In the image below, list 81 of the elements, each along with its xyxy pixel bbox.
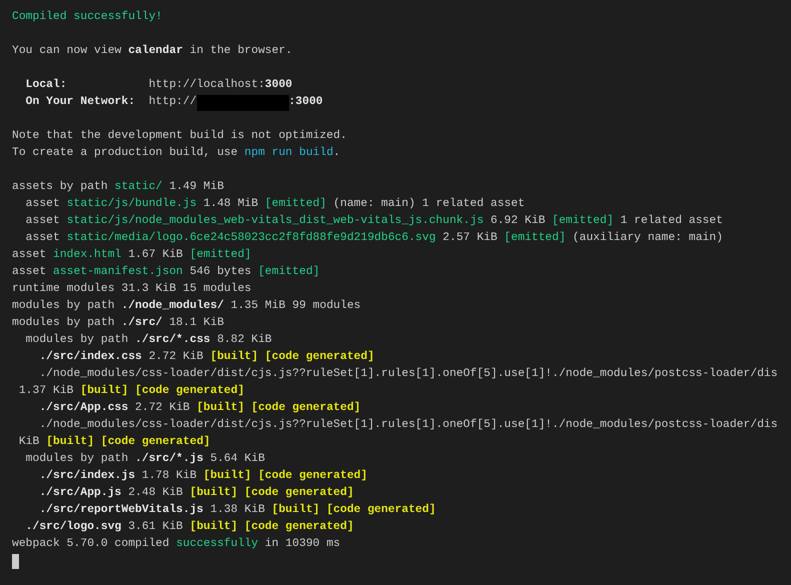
terminal-text: [built] [code generated]	[190, 520, 354, 535]
terminal-text: 2.72 KiB	[148, 350, 204, 365]
terminal-text: 1.49 MiB	[168, 180, 224, 195]
terminal-text: 1.48 MiB	[202, 196, 260, 212]
terminal-text: static/js/node_modules_web-vitals_dist_web-vitals_js.chunk.js	[66, 214, 484, 229]
terminal-text: in 10390 ms	[264, 536, 340, 552]
terminal-text: webpack 5.70.0 compiled	[12, 536, 170, 552]
terminal-text: 1.38 KiB	[209, 502, 266, 518]
terminal-text: [emitted]	[264, 196, 326, 212]
terminal-text: 2.57 KiB	[442, 230, 498, 246]
terminal-text: 5.64 KiB	[209, 452, 265, 467]
terminal-text: http://localhost:	[148, 78, 265, 93]
terminal-text: [built] [code generated]	[80, 384, 244, 399]
terminal-text: (name: main) 1 related asset	[332, 196, 525, 212]
terminal-text: 3.61 KiB	[127, 520, 184, 535]
terminal-text: 1.35 MiB 99 modules	[230, 298, 361, 314]
terminal-text: .	[333, 146, 340, 161]
terminal-text: asset-manifest.json	[53, 264, 183, 280]
terminal-text: To create a production build, use	[12, 146, 239, 161]
terminal-text: [built] [code generated]	[272, 502, 436, 518]
terminal-text: 18.1 KiB	[168, 316, 224, 331]
terminal-text: KiB	[18, 434, 40, 450]
terminal-text: modules by path	[12, 298, 116, 314]
terminal-text: ./src/	[121, 316, 162, 331]
terminal-text: calendar	[128, 44, 183, 59]
terminal-text: ./node_modules/	[121, 298, 224, 314]
terminal-text: assets by path	[12, 180, 109, 195]
text-cursor	[12, 554, 19, 569]
terminal-text: [emitted]	[258, 264, 320, 280]
terminal-text: in the browser.	[188, 44, 292, 59]
terminal-text: static/	[114, 180, 162, 195]
terminal-text: asset	[24, 231, 61, 246]
terminal-text: ./src/index.js	[38, 468, 136, 484]
terminal-text: asset	[12, 248, 48, 263]
terminal-text: 2.48 KiB	[127, 486, 184, 501]
terminal-text: modules by path	[24, 332, 130, 348]
terminal-text: [built] [code generated]	[46, 434, 210, 450]
terminal-text: ./src/App.css	[38, 400, 128, 416]
terminal-text: asset	[12, 265, 48, 280]
terminal-text: [emitted]	[504, 230, 566, 246]
terminal-text: [emitted]	[190, 248, 252, 263]
terminal-text: [built] [code generated]	[196, 400, 361, 416]
terminal-text: 1 related asset	[619, 214, 723, 229]
terminal-text: ./src/reportWebVitals.js	[38, 502, 204, 518]
terminal-text: npm run build	[244, 146, 334, 161]
terminal-text: 8.82 KiB	[216, 332, 272, 348]
terminal-text: ./src/*.js	[135, 452, 204, 467]
terminal-text: runtime modules 31.3 KiB 15 modules	[12, 282, 252, 297]
terminal-text: On Your Network:	[24, 94, 136, 110]
terminal-text: (auxiliary name: main)	[572, 230, 723, 246]
terminal-text: modules by path	[12, 316, 116, 331]
terminal-text: ./node_modules/css-loader/dist/cjs.js??ruleSet[1].rules[1].oneOf[5].use[1]!./node_modules/postcss-loader/dis	[38, 418, 778, 433]
terminal-text: 1.67 KiB	[127, 248, 184, 263]
terminal-text: static/js/bundle.js	[66, 196, 197, 212]
terminal-text: Compiled successfully!	[12, 10, 162, 25]
terminal-text: [emitted]	[552, 214, 614, 229]
terminal-text: index.html	[53, 248, 122, 263]
terminal-text: static/media/logo.6ce24c58023cc2f8fd88fe9d219db6c6.svg	[66, 230, 436, 246]
terminal-text: ./src/index.css	[38, 350, 142, 365]
terminal-text: 2.72 KiB	[134, 400, 191, 416]
terminal-text: 1.37 KiB	[18, 384, 75, 399]
terminal-text: :3000	[288, 95, 323, 110]
terminal-text: You can now view	[12, 44, 122, 59]
terminal-text: 1.78 KiB	[140, 468, 198, 484]
terminal-text: 6.92 KiB	[489, 214, 546, 229]
terminal-text: ./node_modules/css-loader/dist/cjs.js??ruleSet[1].rules[1].oneOf[5].use[1]!./node_modules/postcss-loader/dis	[38, 366, 778, 382]
terminal-text: asset	[24, 214, 61, 229]
terminal-text: Local:	[24, 78, 67, 93]
terminal-text: [built] [code generated]	[190, 486, 354, 501]
terminal-text: [built] [code generated]	[210, 350, 374, 365]
terminal-text: ./src/logo.svg	[24, 520, 122, 535]
terminal-text: http://	[148, 94, 197, 110]
terminal-text: asset	[24, 197, 61, 212]
terminal-text: modules by path	[24, 452, 130, 467]
terminal-text: [built] [code generated]	[203, 468, 368, 484]
terminal-text: ./src/App.js	[38, 486, 122, 501]
terminal-text: 546 bytes	[188, 264, 252, 280]
terminal-text: 3000	[264, 78, 292, 93]
terminal-text: Note that the development build is not optimized.	[12, 128, 347, 144]
terminal-text: successfully	[176, 536, 258, 552]
terminal-text: ./src/*.css	[135, 332, 210, 348]
